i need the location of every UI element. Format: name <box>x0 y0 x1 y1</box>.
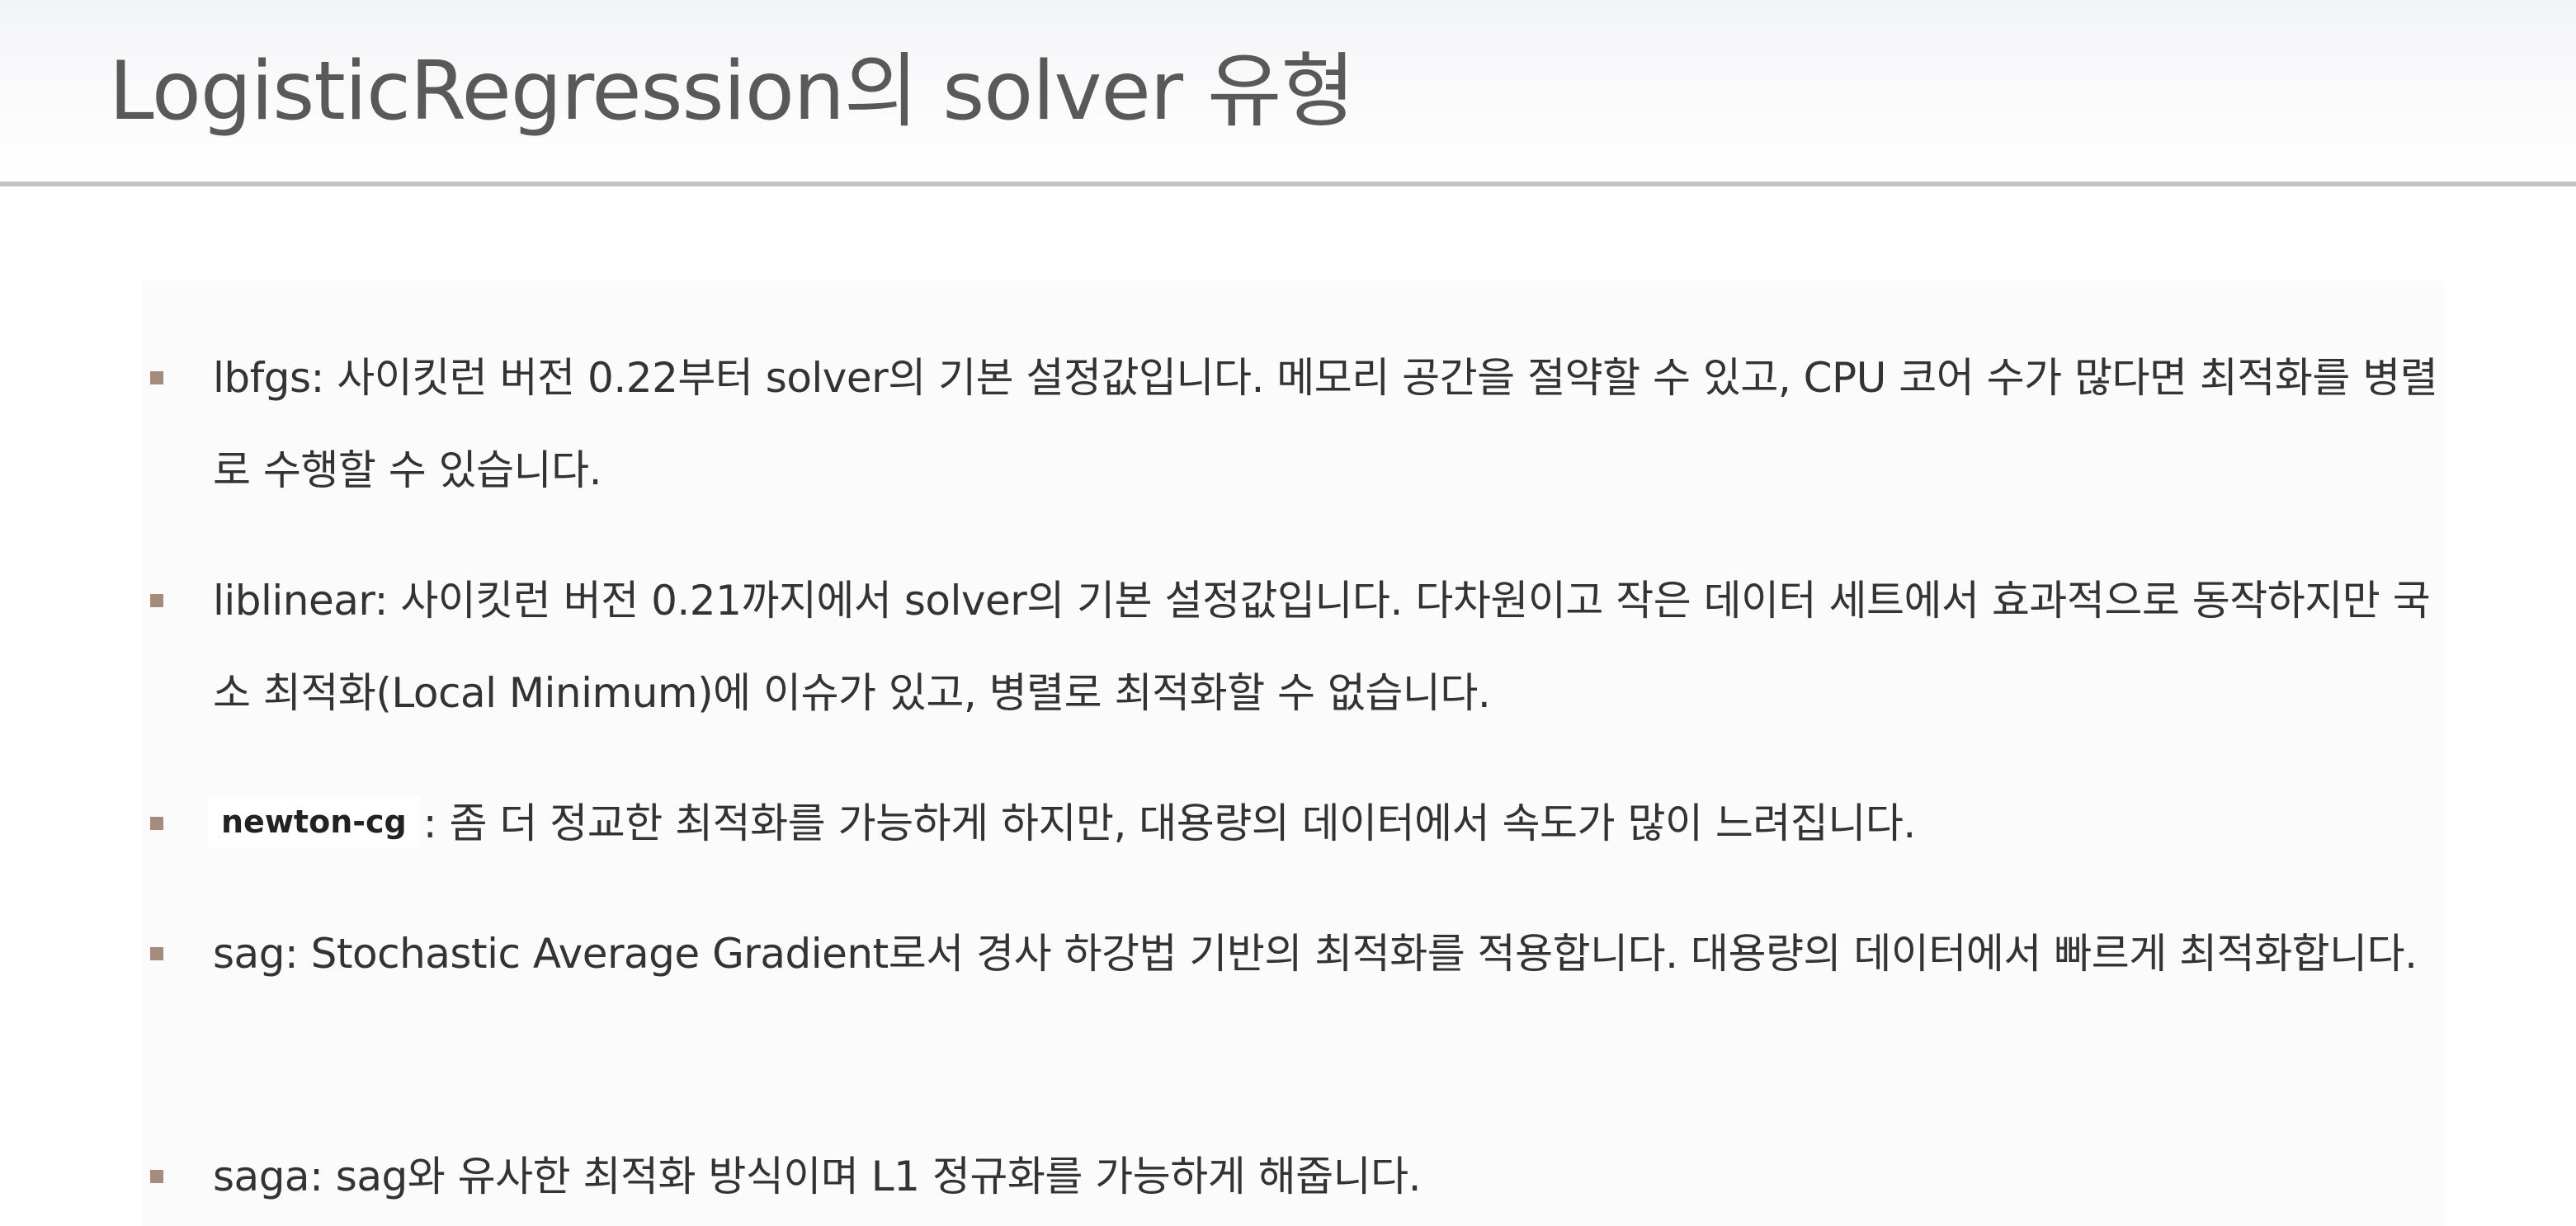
square-bullet-icon <box>150 817 163 830</box>
bullet-text-newton-cg: : 좀 더 정교한 최적화를 가능하게 하지만, 대용량의 데이터에서 속도가 … <box>422 799 1916 847</box>
solver-bullet-list: lbfgs: 사이킷런 버전 0.22부터 solver의 기본 설정값입니다.… <box>150 332 2444 1226</box>
bullet-lbfgs: lbfgs: 사이킷런 버전 0.22부터 solver의 기본 설정값입니다.… <box>150 332 2444 516</box>
bullet-text-sag: sag: Stochastic Average Gradient로서 경사 하강… <box>213 930 2418 978</box>
bullet-liblinear: liblinear: 사이킷런 버전 0.21까지에서 solver의 기본 설… <box>150 554 2444 739</box>
term-label-newton-cg: newton-cg <box>208 796 420 847</box>
square-bullet-icon <box>150 594 163 607</box>
square-bullet-icon <box>150 371 163 384</box>
square-bullet-icon <box>150 1170 163 1183</box>
bullet-text-lbfgs: lbfgs: 사이킷런 버전 0.22부터 solver의 기본 설정값입니다.… <box>213 354 2438 494</box>
title-divider <box>0 182 2576 186</box>
bullet-newton-cg: newton-cg: 좀 더 정교한 최적화를 가능하게 하지만, 대용량의 데… <box>150 777 2444 870</box>
bullet-text-liblinear: liblinear: 사이킷런 버전 0.21까지에서 solver의 기본 설… <box>213 577 2431 717</box>
slide-header: LogisticRegression의 solver 유형 <box>0 0 2576 183</box>
square-bullet-icon <box>150 947 163 960</box>
bullet-saga: saga: sag와 유사한 최적화 방식이며 L1 정규화를 가능하게 해줍니… <box>150 1130 2444 1223</box>
bullet-text-saga: saga: sag와 유사한 최적화 방식이며 L1 정규화를 가능하게 해줍니… <box>213 1153 1422 1200</box>
slide-title: LogisticRegression의 solver 유형 <box>109 45 1355 139</box>
bullet-sag: sag: Stochastic Average Gradient로서 경사 하강… <box>150 908 2444 1092</box>
